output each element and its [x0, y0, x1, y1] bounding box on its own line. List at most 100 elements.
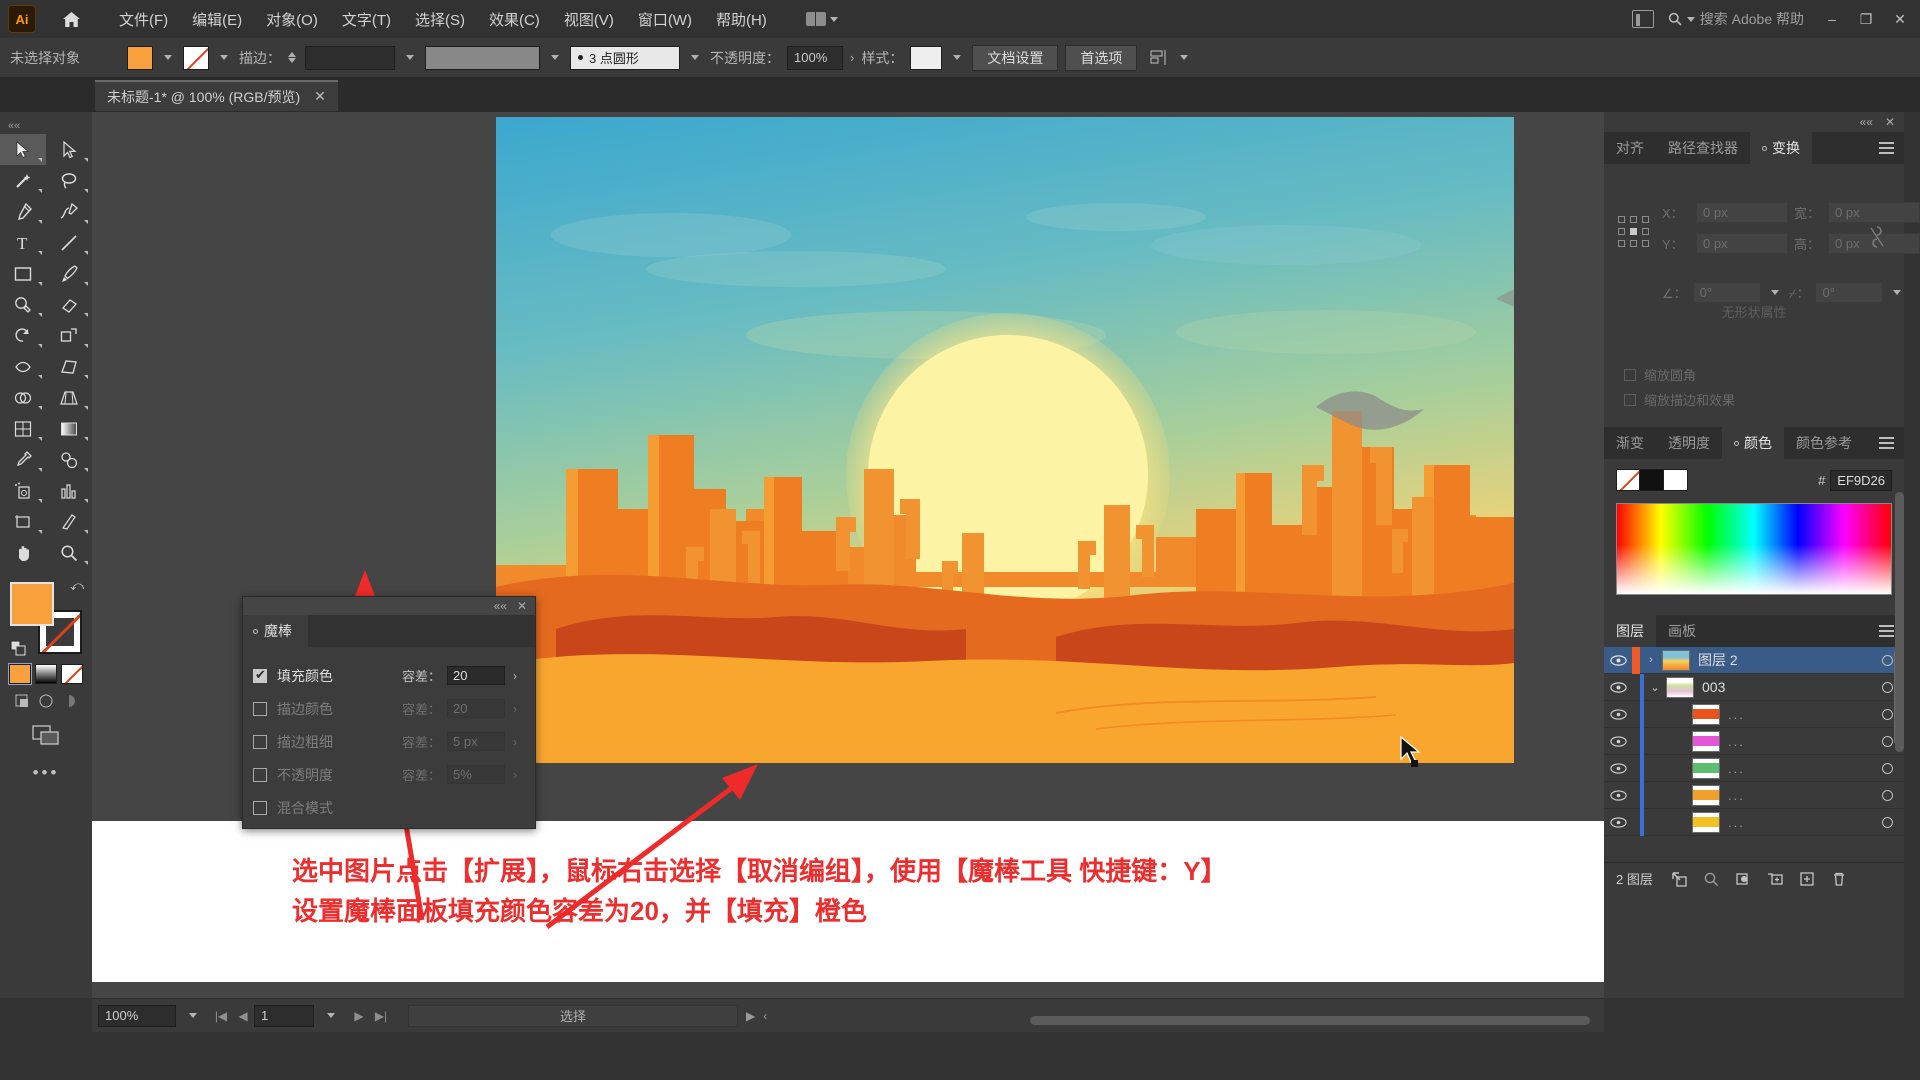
tab-magic-wand[interactable]: 魔棒	[243, 615, 308, 647]
menu-item-select[interactable]: 选择(S)	[404, 4, 476, 35]
collapse-icon[interactable]: ««	[494, 599, 507, 613]
tab-artboards[interactable]: 画板	[1656, 615, 1708, 647]
eyedropper-tool[interactable]	[0, 444, 46, 475]
next-page-icon[interactable]: ▶	[348, 1009, 370, 1023]
magic-wand-panel[interactable]: «« ✕ 魔棒 填充颜色 容差： 20 › 描边	[242, 596, 536, 829]
menu-item-window[interactable]: 窗口(W)	[627, 4, 703, 35]
tolerance-input-fill[interactable]: 20	[447, 666, 505, 685]
perspective-grid-tool[interactable]	[46, 382, 92, 413]
input-y[interactable]: 0 px	[1696, 233, 1788, 254]
ref-pt[interactable]	[1618, 240, 1625, 247]
locate-object-icon[interactable]	[1663, 863, 1695, 895]
scale-tool[interactable]	[46, 320, 92, 351]
graphic-style-swatch[interactable]	[910, 45, 943, 70]
status-collapse-icon[interactable]: ‹	[763, 1009, 767, 1023]
checkbox-scale-corners-row[interactable]: 缩放圆角	[1624, 365, 1904, 384]
close-icon[interactable]: ✕	[517, 599, 527, 613]
zoom-dropdown-icon[interactable]	[176, 1013, 210, 1018]
last-page-icon[interactable]: ▶|	[370, 1009, 392, 1023]
reference-point-selector[interactable]	[1618, 216, 1649, 247]
eye-icon[interactable]	[1604, 681, 1632, 693]
checkbox-blending-mode[interactable]	[253, 800, 267, 815]
option-row-opacity[interactable]: 不透明度 容差： 5% ›	[243, 758, 535, 791]
checkbox-opacity[interactable]	[253, 767, 267, 782]
slice-tool[interactable]	[46, 506, 92, 537]
home-icon[interactable]	[58, 6, 84, 32]
chevron-down-icon[interactable]	[1893, 290, 1902, 295]
chevron-down-icon[interactable]	[406, 55, 414, 60]
layer-name[interactable]: ...	[1728, 815, 1870, 830]
ref-pt[interactable]	[1630, 216, 1637, 223]
panel-menu-icon[interactable]	[1879, 132, 1904, 164]
collapse-icon[interactable]: ««	[1860, 115, 1873, 129]
tolerance-input-stroke-weight[interactable]: 5 px	[447, 732, 505, 751]
align-control[interactable]	[1150, 49, 1192, 67]
option-row-blending-mode[interactable]: 混合模式	[243, 791, 535, 824]
zoom-tool[interactable]	[46, 537, 92, 568]
status-expand-icon[interactable]: ▶	[746, 1009, 755, 1023]
disclosure-icon[interactable]: ›	[1640, 654, 1662, 666]
horizontal-scrollbar[interactable]	[1030, 1016, 1590, 1025]
new-layer-icon[interactable]	[1791, 863, 1823, 895]
eye-icon[interactable]	[1604, 762, 1632, 774]
workspace-switcher[interactable]	[800, 9, 844, 29]
menu-item-help[interactable]: 帮助(H)	[705, 4, 778, 35]
target-indicator[interactable]	[1870, 789, 1904, 801]
close-button[interactable]: ✕	[1886, 6, 1914, 32]
color-spectrum-strip[interactable]	[1616, 503, 1892, 595]
restore-button[interactable]: ❐	[1852, 6, 1880, 32]
option-row-stroke-weight[interactable]: 描边粗细 容差： 5 px ›	[243, 725, 535, 758]
tab-layers[interactable]: 图层	[1604, 615, 1656, 647]
first-page-icon[interactable]: |◀	[210, 1009, 232, 1023]
tab-transform[interactable]: 变换	[1750, 132, 1812, 164]
new-sublayer-icon[interactable]	[1759, 863, 1791, 895]
none-swatch[interactable]	[1616, 469, 1640, 491]
close-icon[interactable]: ✕	[314, 88, 326, 105]
tolerance-expand-opacity-icon[interactable]: ›	[505, 768, 525, 782]
checkbox-scale-corners[interactable]	[1624, 368, 1636, 381]
stroke-weight-stepper[interactable]	[288, 52, 296, 63]
layer-name[interactable]: ...	[1728, 734, 1870, 749]
menu-item-view[interactable]: 视图(V)	[553, 4, 625, 35]
opacity-expand-icon[interactable]: ›	[850, 50, 854, 65]
option-row-fill-color[interactable]: 填充颜色 容差： 20 ›	[243, 659, 535, 692]
artboard[interactable]	[496, 117, 1514, 763]
menu-item-file[interactable]: 文件(F)	[108, 4, 179, 35]
make-mask-icon[interactable]	[1727, 863, 1759, 895]
layer-name[interactable]: 图层 2	[1698, 650, 1870, 670]
tab-color[interactable]: 颜色	[1722, 427, 1784, 459]
chevron-down-icon[interactable]	[164, 55, 172, 60]
search-layer-icon[interactable]	[1695, 863, 1727, 895]
close-icon[interactable]: ✕	[1885, 115, 1895, 129]
canvas-area[interactable]: 选中图片点击【扩展】，鼠标右击选择【取消编组】，使用【魔棒工具 快捷键：Y】 设…	[92, 112, 1604, 998]
page-number-input[interactable]: 1	[254, 1004, 314, 1027]
input-width[interactable]: 0 px	[1828, 202, 1920, 223]
stroke-color-swatch[interactable]	[183, 45, 209, 70]
menu-item-object[interactable]: 对象(O)	[255, 4, 329, 35]
swap-fill-stroke-icon[interactable]: ⤺	[70, 578, 84, 594]
checkbox-stroke-color[interactable]	[253, 701, 267, 716]
link-broken-icon[interactable]	[1868, 224, 1886, 256]
ref-pt[interactable]	[1618, 228, 1625, 235]
shaper-tool[interactable]	[0, 289, 46, 320]
layer-name[interactable]: ...	[1728, 788, 1870, 803]
search-adobe-help[interactable]: 搜索 Adobe 帮助	[1660, 6, 1812, 32]
artboard-tool[interactable]	[0, 506, 46, 537]
target-indicator[interactable]	[1870, 816, 1904, 828]
variable-width-profile[interactable]	[425, 45, 540, 70]
opacity-input[interactable]: 100%	[787, 45, 843, 70]
delete-layer-icon[interactable]	[1823, 863, 1855, 895]
input-shear[interactable]: 0°	[1815, 282, 1884, 303]
chevron-down-icon[interactable]	[220, 55, 228, 60]
black-swatch[interactable]	[1640, 469, 1664, 491]
magic-wand-tool[interactable]	[0, 165, 46, 196]
page-dropdown-icon[interactable]	[314, 1013, 348, 1018]
layer-name[interactable]: 003	[1702, 679, 1870, 695]
curvature-tool[interactable]	[46, 196, 92, 227]
hand-tool[interactable]	[0, 537, 46, 568]
zoom-level-input[interactable]: 100%	[98, 1004, 176, 1027]
screen-mode-button[interactable]	[0, 723, 92, 747]
document-setup-button[interactable]: 文档设置	[972, 44, 1059, 71]
checkbox-fill-color[interactable]	[253, 667, 267, 683]
input-x[interactable]: 0 px	[1696, 202, 1788, 223]
